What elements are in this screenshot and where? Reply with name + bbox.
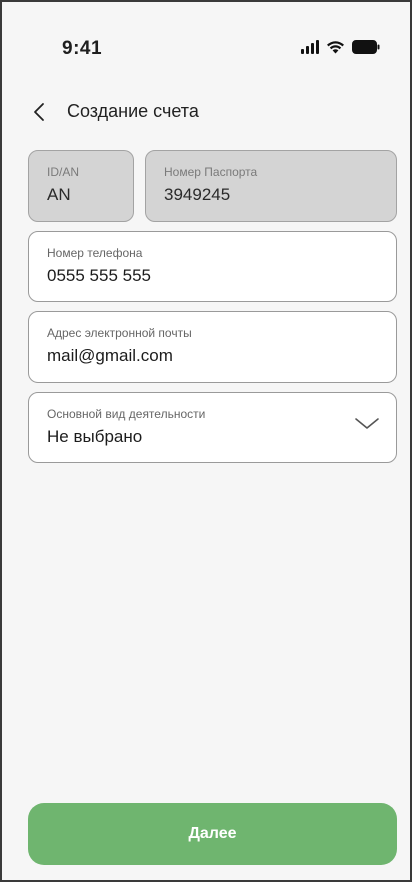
phone-label: Номер телефона [47,246,143,260]
battery-icon [352,40,380,54]
email-label: Адрес электронной почты [47,326,192,340]
passport-number-field: Номер Паспорта 3949245 [145,150,397,222]
wifi-icon [326,40,345,54]
next-button[interactable]: Далее [28,803,397,865]
header: Создание счета [2,94,410,130]
status-bar: 9:41 [2,2,410,98]
back-button[interactable] [26,98,52,126]
page-title: Создание счета [67,101,199,121]
id-type-value: AN [47,185,71,204]
status-time: 9:41 [62,38,103,59]
cellular-signal-icon [301,40,319,54]
chevron-left-icon [34,103,44,121]
status-icons [301,40,380,54]
activity-label: Основной вид деятельности [47,407,206,421]
phone-field[interactable]: Номер телефона 0555 555 555 [28,231,397,302]
id-type-field: ID/AN AN [28,150,134,222]
activity-value: Не выбрано [47,427,143,446]
phone-value: 0555 555 555 [47,266,151,285]
id-type-label: ID/AN [47,165,80,179]
chevron-down-icon [355,418,379,429]
passport-number-value: 3949245 [164,185,231,204]
activity-select[interactable]: Основной вид деятельности Не выбрано [28,392,397,463]
email-field[interactable]: Адрес электронной почты mail@gmail.com [28,311,397,383]
email-value: mail@gmail.com [47,346,173,365]
passport-number-label: Номер Паспорта [164,165,258,179]
phone-screen: 9:41 Создание счета ID/AN AN Номер Паспо… [0,0,412,882]
